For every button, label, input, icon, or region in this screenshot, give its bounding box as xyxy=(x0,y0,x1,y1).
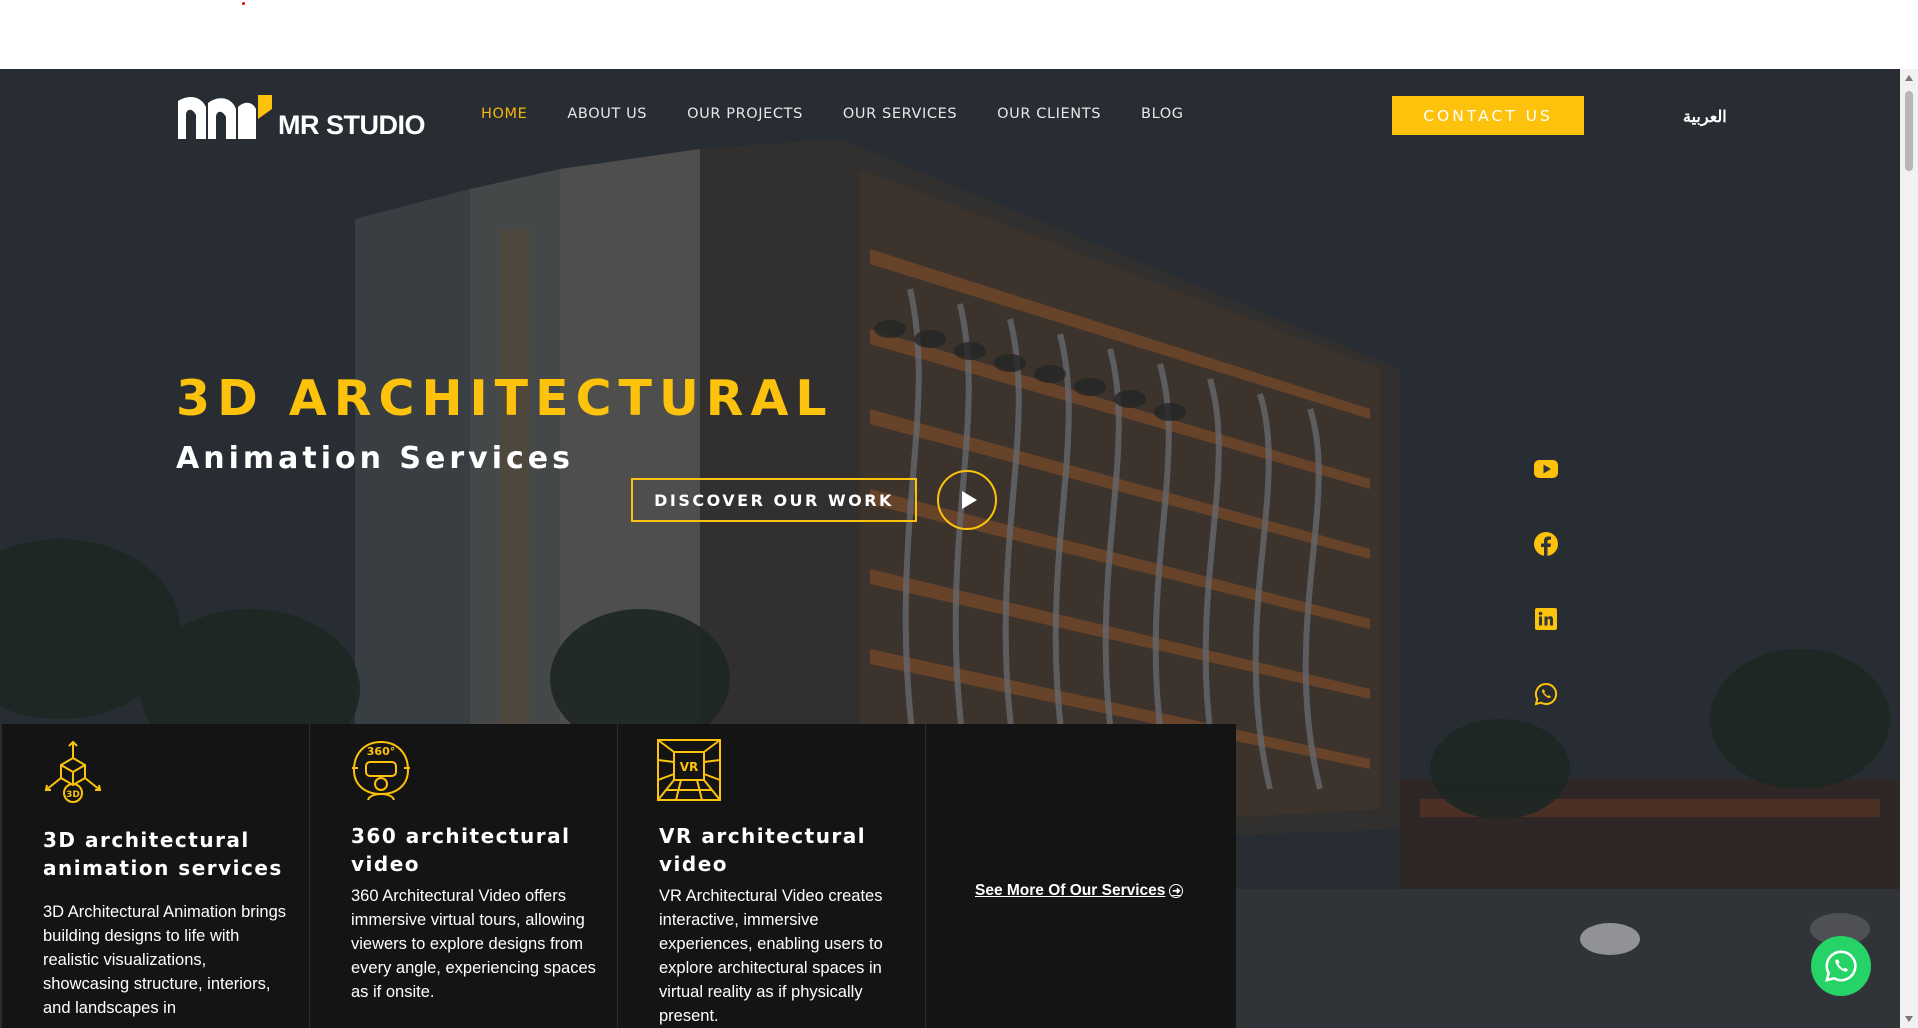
service-description: 360 Architectural Video offers immersive… xyxy=(351,887,596,1001)
discover-our-work-button[interactable]: DISCOVER OUR WORK xyxy=(631,478,917,522)
browser-top-area xyxy=(0,0,1918,69)
red-dot-marker xyxy=(242,2,245,5)
hero-subtitle: Animation Services xyxy=(176,441,574,476)
nav-blog[interactable]: BLOG xyxy=(1141,106,1184,122)
see-more-label: See More Of Our Services xyxy=(975,882,1166,899)
service-description: VR Architectural Video creates interacti… xyxy=(659,887,883,1025)
logo-text: MR STUDIO xyxy=(278,110,426,140)
scroll-up-icon[interactable] xyxy=(1905,75,1913,81)
play-icon xyxy=(961,491,977,509)
service-title: 360 architectural video xyxy=(351,824,571,876)
vr-room-icon: VR xyxy=(657,739,721,801)
hero-title: 3D ARCHITECTURAL xyxy=(176,370,834,427)
scrollbar-thumb[interactable] xyxy=(1905,91,1913,171)
linkedin-icon[interactable] xyxy=(1533,606,1559,632)
360-vr-headset-icon: 360° xyxy=(352,740,410,801)
nav-about-us[interactable]: ABOUT US xyxy=(567,106,647,122)
service-title: 3D architectural animation services xyxy=(43,828,283,880)
facebook-icon[interactable] xyxy=(1533,531,1559,557)
whatsapp-icon[interactable] xyxy=(1533,681,1559,707)
svg-text:360°: 360° xyxy=(367,745,395,758)
services-panel: 3D 3D architectural animation services 3… xyxy=(2,724,1236,1028)
arrow-right-circle-icon: ➜ xyxy=(1169,884,1184,898)
3d-cube-icon: 3D xyxy=(44,740,102,803)
scroll-down-icon[interactable] xyxy=(1905,1016,1913,1022)
contact-us-button[interactable]: CONTACT US xyxy=(1392,96,1584,135)
nav-our-projects[interactable]: OUR PROJECTS xyxy=(687,106,803,122)
language-switch[interactable]: العربية xyxy=(1683,107,1727,127)
main-nav: HOME ABOUT US OUR PROJECTS OUR SERVICES … xyxy=(481,106,1224,122)
see-more-services-link[interactable]: See More Of Our Services ➜ xyxy=(975,882,1184,900)
youtube-icon[interactable] xyxy=(1533,456,1559,482)
services-more-cell xyxy=(926,724,1236,1028)
service-title: VR architectural video xyxy=(659,824,867,876)
service-card-vr-video[interactable]: VR VR architectural video VR Architectur… xyxy=(618,724,926,1028)
whatsapp-chat-button[interactable] xyxy=(1811,936,1871,996)
site-logo[interactable]: MR STUDIO xyxy=(178,93,426,140)
service-card-3d-animation[interactable]: 3D 3D architectural animation services 3… xyxy=(2,724,310,1028)
nav-our-clients[interactable]: OUR CLIENTS xyxy=(997,106,1101,122)
nav-our-services[interactable]: OUR SERVICES xyxy=(843,106,957,122)
whatsapp-icon xyxy=(1825,950,1857,982)
logo-mark-icon xyxy=(178,95,272,139)
service-card-360-video[interactable]: 360° 360 architectural video 360 Archite… xyxy=(310,724,618,1028)
play-video-button[interactable] xyxy=(937,470,997,530)
svg-text:VR: VR xyxy=(680,760,699,774)
service-description: 3D Architectural Animation brings buildi… xyxy=(43,903,287,1017)
nav-home[interactable]: HOME xyxy=(481,106,527,122)
svg-text:3D: 3D xyxy=(66,790,80,800)
page-scrollbar[interactable] xyxy=(1900,69,1918,1028)
